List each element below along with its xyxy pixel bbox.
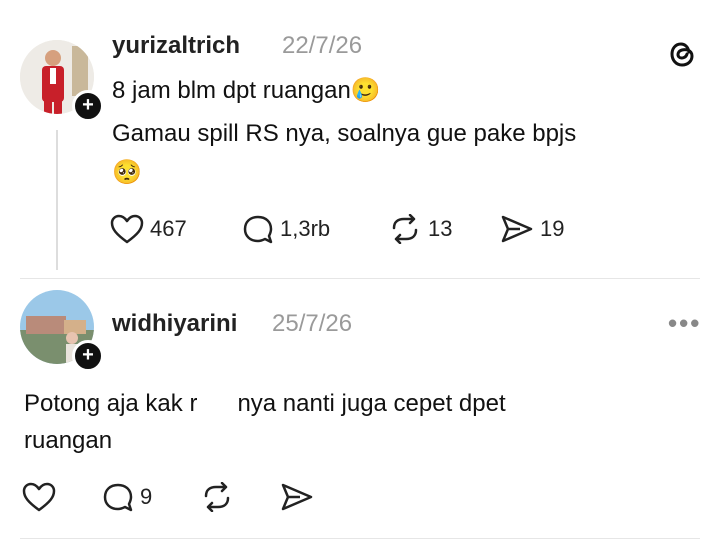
threads-logo-icon[interactable] <box>664 36 700 77</box>
post-yurizaltrich: + yurizaltrich 22/7/26 8 jam blm dpt rua… <box>0 0 720 275</box>
redacted-text <box>197 394 238 415</box>
repost-icon <box>388 214 422 244</box>
reply-count: 1,3rb <box>280 216 331 241</box>
comment-icon <box>102 482 134 512</box>
post-text-line-2: ruangan <box>24 427 113 454</box>
post-text-line-1: 8 jam blm dpt ruangan🥲 <box>112 77 381 104</box>
post-text-line-1: Potong aja kak r nya nanti juga cepet dpe… <box>24 386 506 422</box>
like-count: 467 <box>150 216 187 241</box>
post-date: 22/7/26 <box>282 32 363 59</box>
repost-button[interactable] <box>200 482 234 512</box>
thread-line <box>56 130 58 270</box>
post-date: 25/7/26 <box>272 310 353 337</box>
heart-icon <box>110 214 144 244</box>
like-button[interactable]: 467 <box>110 214 187 244</box>
repost-button[interactable]: 13 <box>388 214 452 244</box>
send-icon <box>280 482 314 512</box>
reply-count: 9 <box>140 484 153 509</box>
post-divider <box>20 278 700 279</box>
share-button[interactable]: 19 <box>500 214 564 244</box>
follow-plus-button[interactable]: + <box>72 340 104 372</box>
comment-icon <box>242 214 274 244</box>
reply-button[interactable]: 9 <box>102 482 152 512</box>
post-username[interactable]: widhiyarini <box>112 310 237 338</box>
bottom-divider <box>20 538 700 539</box>
share-button[interactable] <box>280 482 314 512</box>
post-widhiyarini: + widhiyarini 25/7/26 ••• Potong aja kak… <box>0 280 720 543</box>
post-text-line-3: 🥺 <box>112 159 142 186</box>
like-button[interactable] <box>22 482 56 512</box>
repost-icon <box>200 482 234 512</box>
heart-icon <box>22 482 56 512</box>
post-text-after: nya nanti juga cepet dpet <box>237 390 506 417</box>
follow-plus-button[interactable]: + <box>72 90 104 122</box>
more-options-button[interactable]: ••• <box>668 308 701 339</box>
post-username[interactable]: yurizaltrich <box>112 32 240 60</box>
send-icon <box>500 214 534 244</box>
reply-button[interactable]: 1,3rb <box>242 214 330 244</box>
post-text-line-2: Gamau spill RS nya, soalnya gue pake bpj… <box>112 120 577 147</box>
repost-count: 13 <box>428 216 453 241</box>
post-text-before: Potong aja kak r <box>24 390 198 417</box>
share-count: 19 <box>540 216 565 241</box>
